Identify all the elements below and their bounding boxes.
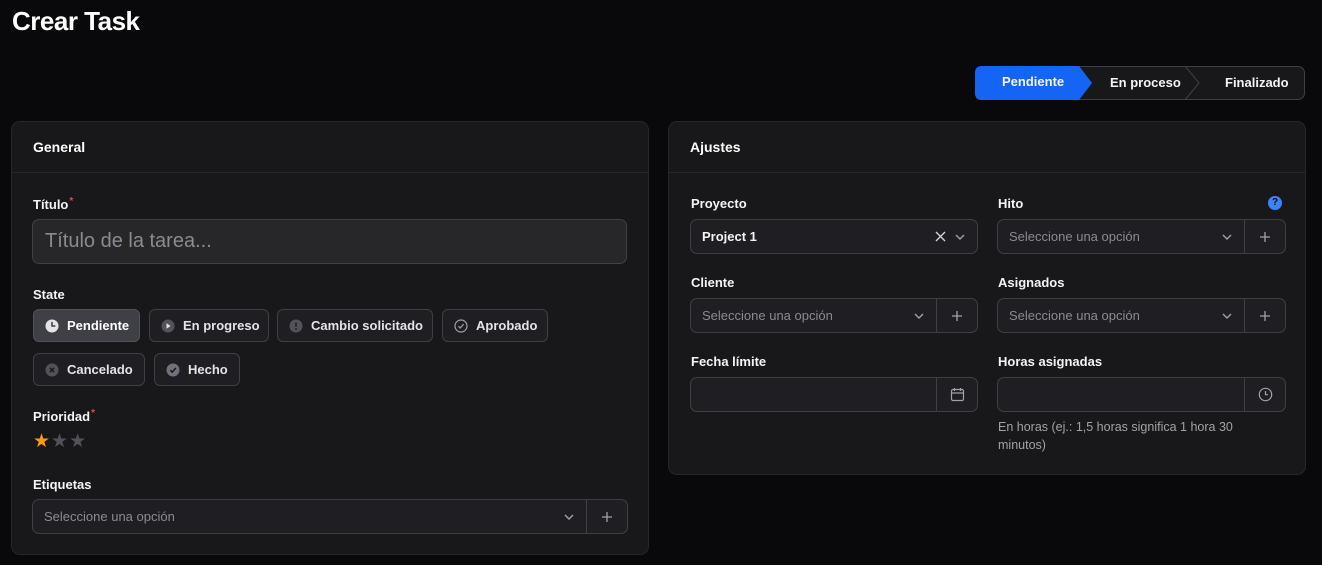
state-option-en-progreso[interactable]: En progreso (149, 309, 269, 342)
plus-icon (952, 310, 962, 321)
hours-input[interactable] (997, 377, 1286, 412)
state-option-cambio-solicitado[interactable]: Cambio solicitado (277, 309, 433, 342)
add-assignee-button[interactable] (1244, 299, 1285, 332)
plus-icon (1260, 231, 1270, 242)
chevron-down-icon (914, 313, 924, 319)
step-finalizado[interactable]: Finalizado (1225, 67, 1289, 99)
milestone-select[interactable]: Seleccione una opción (997, 219, 1286, 254)
priority-label: Prioridad* (33, 408, 95, 424)
milestone-placeholder: Seleccione una opción (1009, 229, 1140, 244)
title-input[interactable] (32, 219, 627, 264)
client-placeholder: Seleccione una opción (702, 308, 833, 323)
due-date-label: Fecha límite (691, 354, 767, 369)
state-option-label: Hecho (188, 362, 228, 377)
required-mark: * (91, 408, 95, 419)
calendar-button[interactable] (936, 378, 977, 411)
state-option-pendiente[interactable]: Pendiente (33, 309, 140, 342)
star-icon-empty[interactable]: ★ (69, 432, 86, 452)
state-option-label: Pendiente (67, 318, 130, 333)
add-client-button[interactable] (936, 299, 977, 332)
state-option-label: Cambio solicitado (311, 318, 423, 333)
hours-help-text: En horas (ej.: 1,5 horas significa 1 hor… (998, 420, 1233, 452)
play-icon (161, 319, 175, 333)
check-circle-icon (454, 318, 468, 333)
required-mark: * (69, 196, 74, 207)
tags-label: Etiquetas (33, 477, 92, 492)
title-label: Título* (33, 196, 73, 212)
page-title: Crear Task (12, 6, 140, 36)
tags-placeholder: Seleccione una opción (44, 509, 175, 524)
assignees-label: Asignados (998, 275, 1065, 290)
star-icon-empty[interactable]: ★ (51, 432, 68, 452)
general-header: General (12, 122, 648, 173)
tags-select[interactable]: Seleccione una opción (32, 499, 628, 534)
check-filled-icon (166, 363, 180, 377)
project-select[interactable]: Project 1 (690, 219, 978, 254)
assignees-placeholder: Seleccione una opción (1009, 308, 1140, 323)
x-circle-icon (45, 363, 59, 377)
project-value: Project 1 (702, 229, 757, 244)
assignees-select[interactable]: Seleccione una opción (997, 298, 1286, 333)
settings-card: Ajustes Proyecto Project 1 Hito ? Selecc… (668, 121, 1306, 475)
due-date-input[interactable] (690, 377, 978, 412)
title-label-text: Título (33, 197, 69, 212)
step-separator (1184, 66, 1200, 100)
state-label: State (33, 287, 65, 302)
general-card: General Título* State Pendiente En progr… (11, 121, 649, 555)
state-option-hecho[interactable]: Hecho (154, 353, 240, 386)
add-tag-button[interactable] (586, 500, 627, 533)
hours-label: Horas asignadas (998, 354, 1103, 369)
status-stepper: Pendiente En proceso Finalizado (975, 66, 1305, 100)
star-icon-filled[interactable]: ★ (33, 432, 50, 452)
chevron-down-icon (955, 234, 965, 240)
state-option-aprobado[interactable]: Aprobado (442, 309, 548, 342)
step-en-proceso[interactable]: En proceso (1110, 67, 1181, 99)
settings-header: Ajustes (669, 122, 1305, 173)
step-label: Pendiente (1002, 74, 1065, 89)
clock-icon (1258, 387, 1272, 402)
clear-icon[interactable] (935, 231, 946, 242)
chevron-down-icon (564, 514, 574, 520)
priority-rating[interactable]: ★ ★ ★ (33, 432, 86, 452)
state-option-cancelado[interactable]: Cancelado (33, 353, 145, 386)
step-pendiente[interactable]: Pendiente (975, 66, 1092, 100)
milestone-label: Hito (998, 196, 1024, 211)
plus-icon (1260, 310, 1270, 321)
exclamation-icon (289, 319, 303, 333)
calendar-icon (950, 388, 964, 402)
add-milestone-button[interactable] (1244, 220, 1285, 253)
priority-label-text: Prioridad (33, 409, 91, 424)
project-label: Proyecto (691, 196, 747, 211)
client-label: Cliente (691, 275, 735, 290)
client-select[interactable]: Seleccione una opción (690, 298, 978, 333)
state-option-label: Aprobado (476, 318, 538, 333)
plus-icon (602, 511, 612, 522)
time-button[interactable] (1244, 378, 1285, 411)
clock-icon (45, 319, 59, 333)
help-icon[interactable]: ? (1268, 196, 1282, 210)
chevron-down-icon (1222, 313, 1232, 319)
state-option-label: En progreso (183, 318, 260, 333)
chevron-down-icon (1222, 234, 1232, 240)
state-option-label: Cancelado (67, 362, 133, 377)
